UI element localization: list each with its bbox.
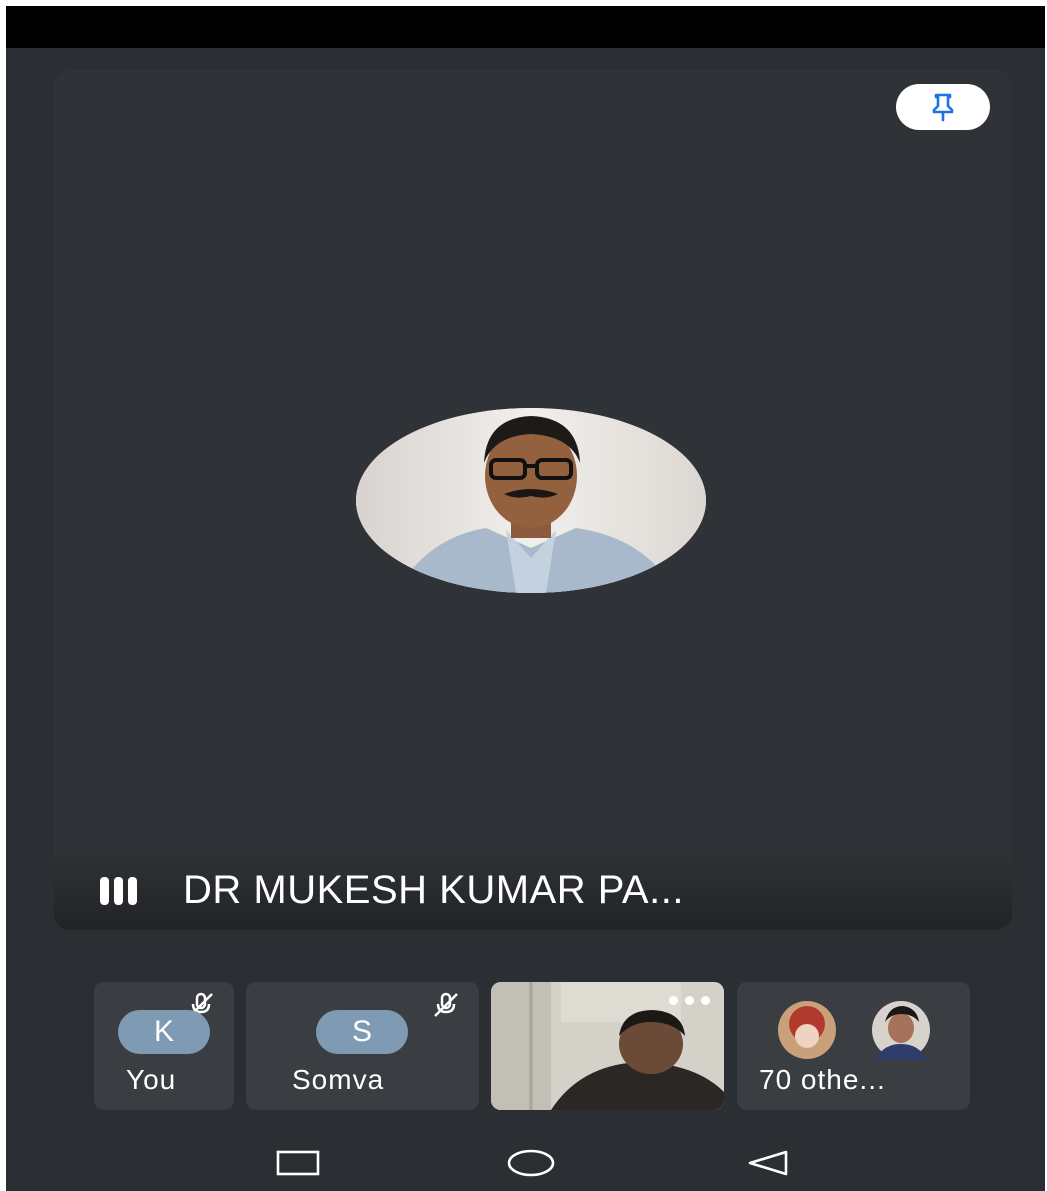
participant-name: Somva [292, 1064, 385, 1095]
more-options-icon[interactable] [669, 996, 710, 1005]
status-bar [6, 6, 1045, 48]
participant-tile-video[interactable] [491, 982, 724, 1110]
participant-tile-you[interactable]: K You [94, 982, 234, 1110]
participant-name: You [126, 1064, 177, 1095]
back-icon[interactable] [746, 1148, 790, 1178]
others-count-label: 70 othe... [759, 1064, 886, 1095]
participant-tile-others[interactable]: 70 othe... [737, 982, 970, 1110]
home-icon[interactable] [506, 1148, 556, 1178]
speaker-name: DR MUKESH KUMAR PA... [183, 868, 684, 912]
speaker-name-row: DR MUKESH KUMAR PA... [100, 868, 684, 913]
main-speaker-tile[interactable]: DR MUKESH KUMAR PA... [54, 70, 1012, 930]
pin-button[interactable] [896, 84, 990, 130]
avatar-initial: K [118, 1010, 210, 1054]
participant-tile-somva[interactable]: S Somva [246, 982, 479, 1110]
audio-level-icon [100, 876, 137, 905]
system-nav-bar [6, 1134, 1045, 1191]
meeting-screen: DR MUKESH KUMAR PA... K You S Somva 70 o… [6, 6, 1045, 1191]
avatar-initial: S [316, 1010, 408, 1054]
recent-apps-icon[interactable] [276, 1148, 320, 1178]
pin-icon [932, 93, 954, 122]
others-avatar-stack [778, 1001, 930, 1060]
mic-off-icon [434, 992, 458, 1017]
speaker-avatar [356, 408, 706, 593]
